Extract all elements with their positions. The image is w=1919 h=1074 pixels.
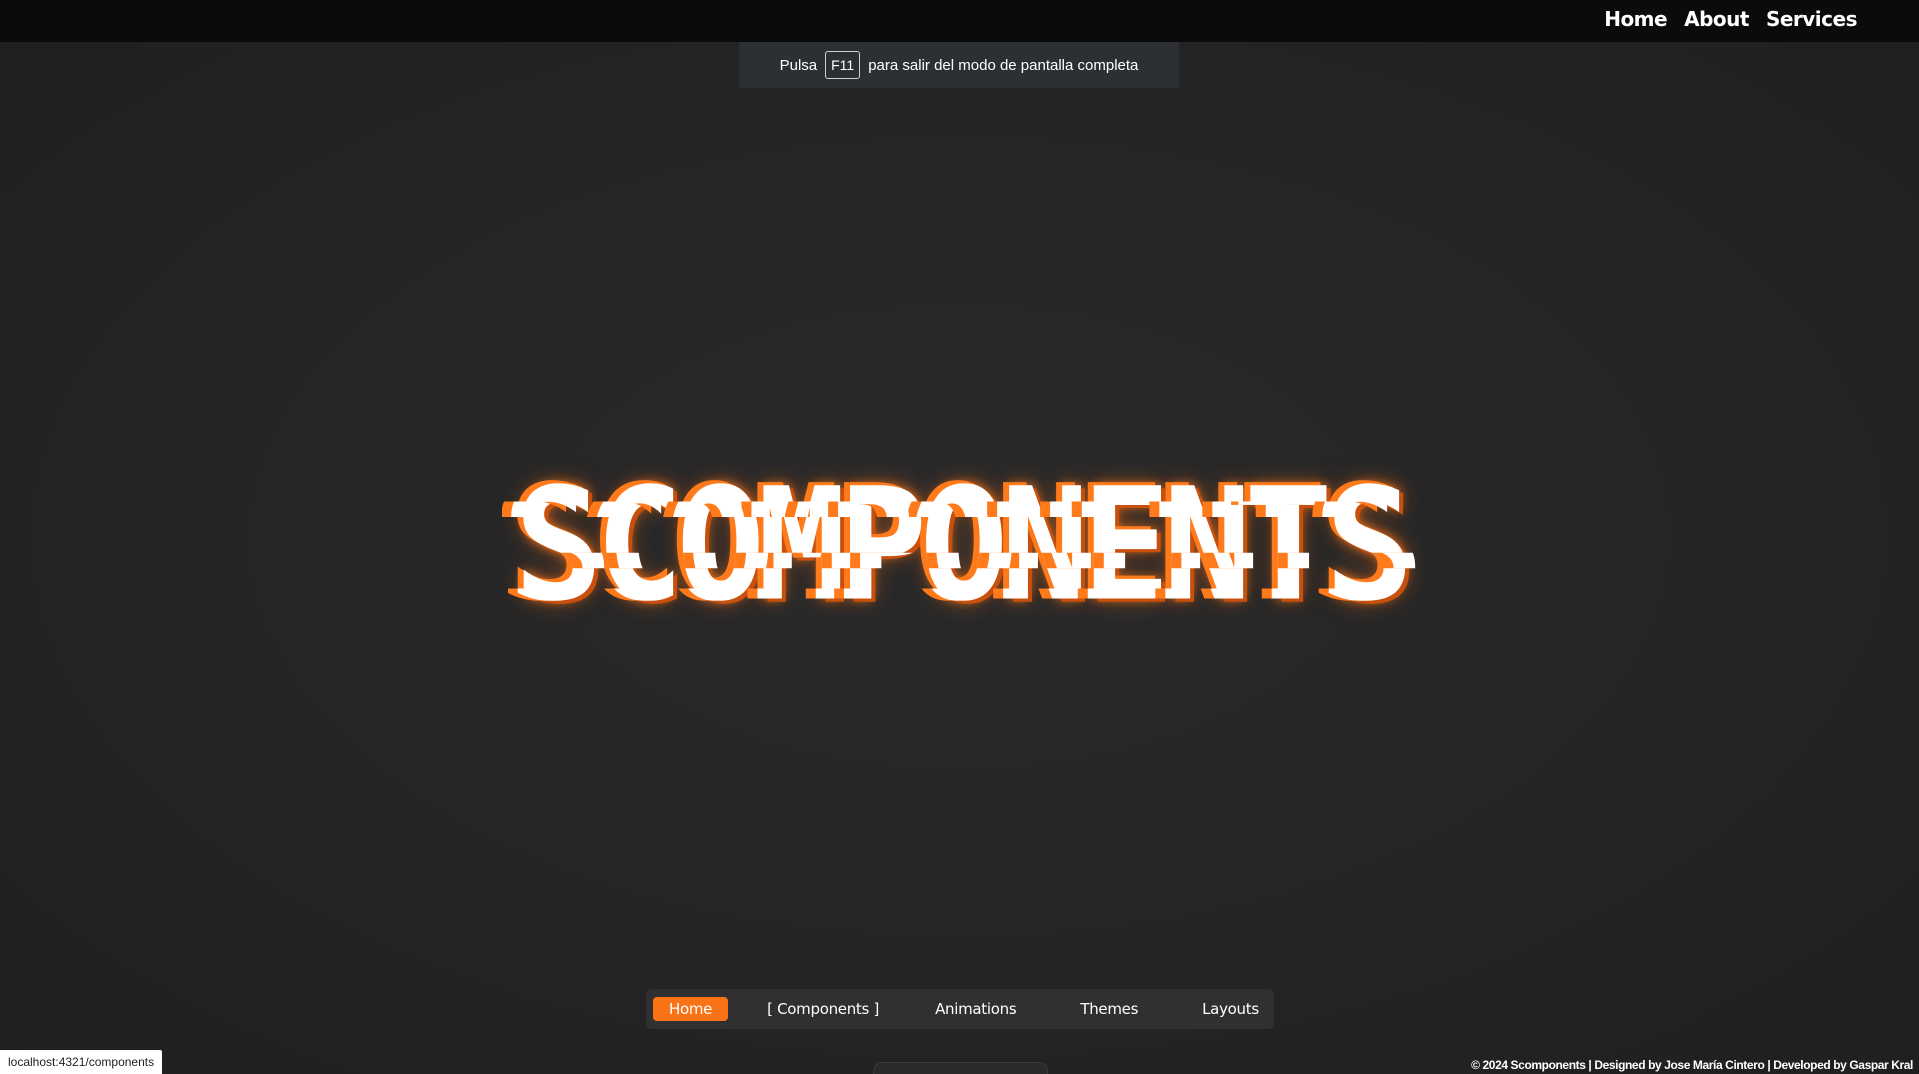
bottom-nav-animations[interactable]: Animations [935,1000,1017,1018]
bottom-nav: Home [ Components ] Animations Themes La… [646,989,1274,1029]
fullscreen-key-badge: F11 [825,51,861,79]
page: Home About Services Pulsa F11 para salir… [0,0,1919,1074]
fullscreen-notice-suffix: para salir del modo de pantalla completa [868,56,1139,74]
top-nav: Home About Services [1604,6,1857,32]
bottom-toolbar[interactable] [873,1062,1048,1074]
link-preview-status: localhost:4321/components [0,1050,163,1074]
bottom-nav-themes[interactable]: Themes [1080,1000,1138,1018]
bottom-nav-components[interactable]: [ Components ] [767,1000,879,1018]
top-bar: Home About Services [0,0,1919,42]
top-nav-home-link[interactable]: Home [1604,6,1667,32]
footer-credits: © 2024 Scomponents | Designed by Jose Ma… [1471,1058,1913,1072]
hero: SCOMPONENTS SCOMPONENTS SCOMPONENTS SCOM… [460,460,1460,630]
bottom-nav-home[interactable]: Home [653,997,729,1021]
hero-title-text: SCOMPONENTS [513,454,1414,636]
bottom-nav-layouts[interactable]: Layouts [1202,1000,1259,1018]
top-nav-about-link[interactable]: About [1684,6,1749,32]
hero-glitch-title: SCOMPONENTS SCOMPONENTS SCOMPONENTS SCOM… [502,467,1416,622]
fullscreen-exit-notice: Pulsa F11 para salir del modo de pantall… [739,42,1179,88]
fullscreen-notice-prefix: Pulsa [779,56,818,74]
top-nav-services-link[interactable]: Services [1766,6,1858,32]
